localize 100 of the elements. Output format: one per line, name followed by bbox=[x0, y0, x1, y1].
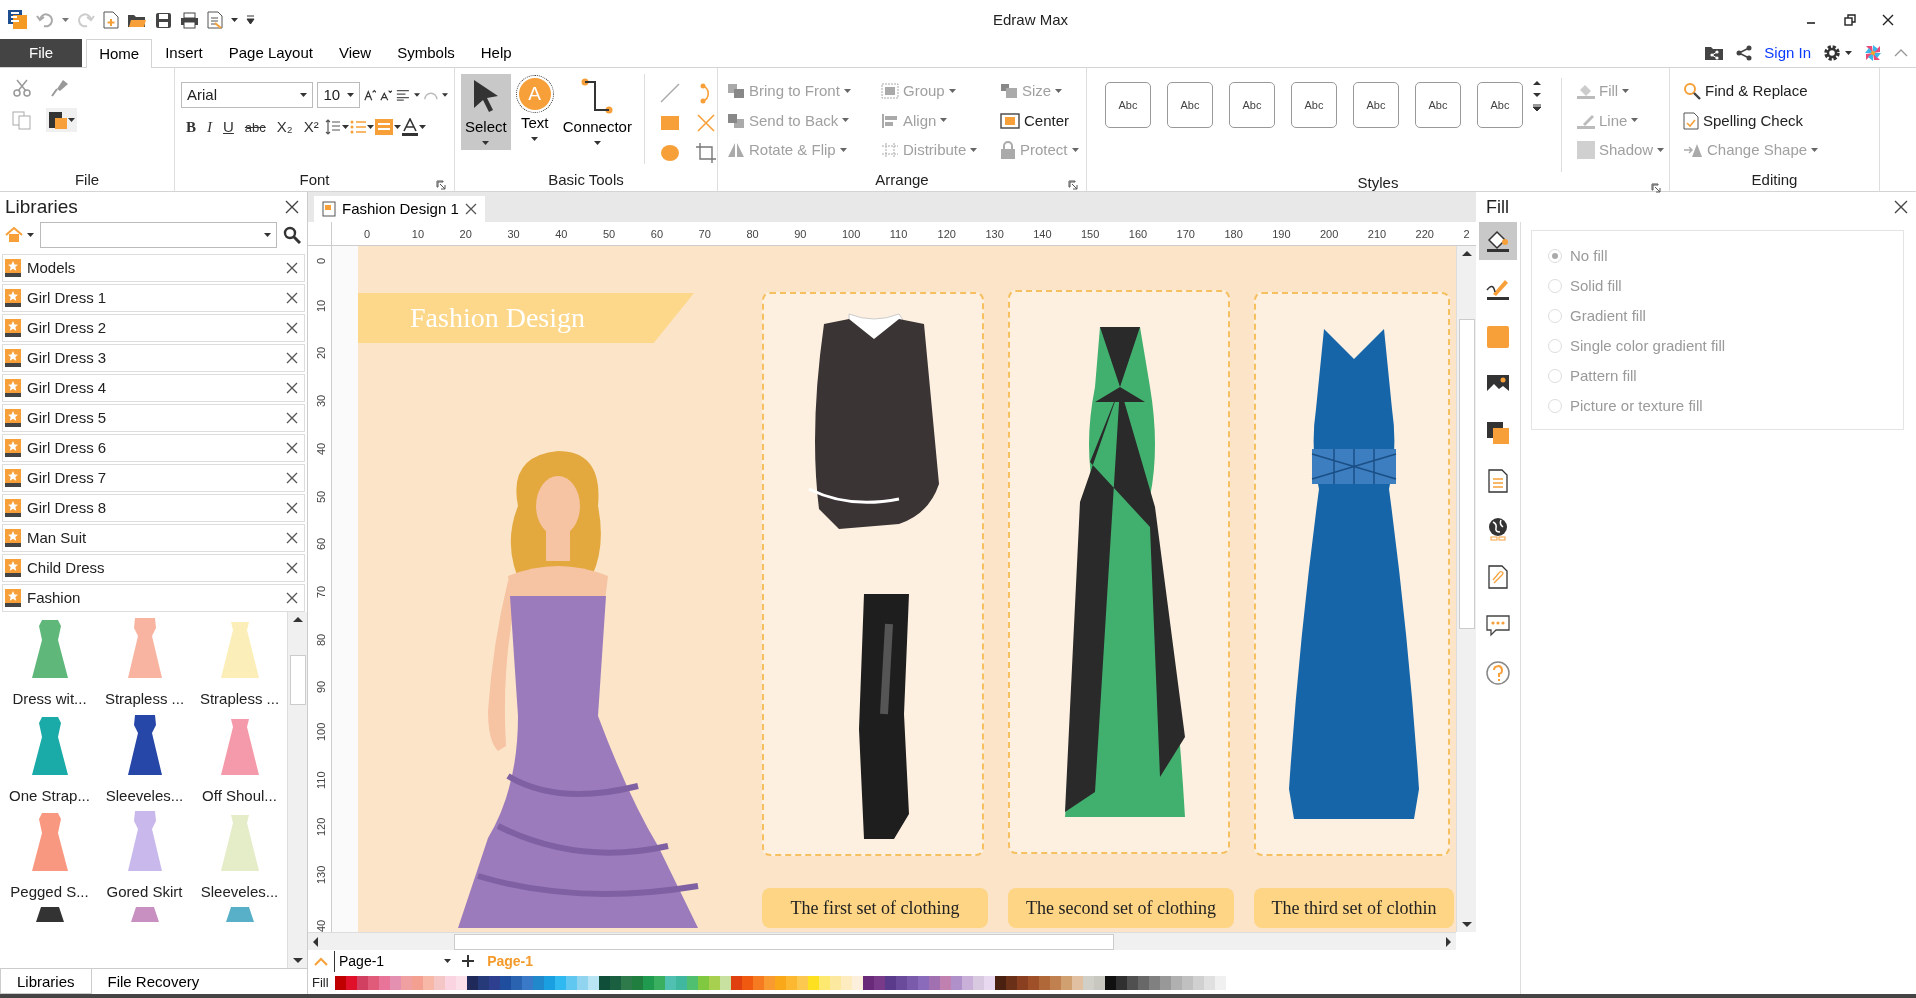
ruler-number: 90 bbox=[314, 681, 328, 694]
library-shape[interactable]: Strapless ... bbox=[192, 616, 287, 711]
library-shape[interactable]: Strapless ... bbox=[97, 616, 192, 711]
ruler-number: 140 bbox=[1033, 227, 1052, 242]
ruler-number: 80 bbox=[314, 633, 328, 646]
style-swatch[interactable]: Abc bbox=[1477, 82, 1523, 128]
font-size-dropdown[interactable]: 10 bbox=[317, 82, 361, 108]
ruler-number: 200 bbox=[1320, 227, 1339, 242]
outfit-caption: The first set of clothing bbox=[762, 888, 988, 928]
library-shape[interactable]: Dress wit... bbox=[2, 616, 97, 711]
panel-tab[interactable]: File Recovery bbox=[91, 969, 216, 994]
ruler-number: 170 bbox=[1176, 227, 1195, 242]
ruler-number: 40 bbox=[314, 442, 328, 455]
ribbon-tab[interactable]: Symbols bbox=[384, 39, 468, 67]
ruler-number: 50 bbox=[314, 490, 328, 503]
ruler-number: 60 bbox=[650, 227, 664, 242]
ruler-number: 210 bbox=[1367, 227, 1387, 242]
ruler-number: 180 bbox=[1224, 227, 1243, 242]
tool-button[interactable]: Select bbox=[461, 74, 511, 150]
ruler-number: 10 bbox=[314, 299, 328, 312]
library-item[interactable]: Girl Dress 3 bbox=[2, 344, 305, 372]
group-label: Basic Tools bbox=[548, 171, 624, 188]
ruler-number: 160 bbox=[1128, 227, 1148, 242]
palette-label: Fill bbox=[312, 974, 329, 993]
editing-button[interactable]: Spelling Check bbox=[1680, 107, 1873, 134]
ribbon-tab[interactable]: Home bbox=[86, 39, 153, 68]
style-swatch[interactable]: Abc bbox=[1229, 82, 1275, 128]
group-label: Styles bbox=[1357, 174, 1399, 191]
ruler-number: 20 bbox=[314, 347, 328, 360]
style-swatch[interactable]: Abc bbox=[1105, 82, 1151, 128]
ruler-number: 10 bbox=[411, 227, 425, 242]
library-item[interactable]: Fashion bbox=[2, 584, 305, 612]
ribbon-tab[interactable]: File bbox=[0, 39, 83, 67]
tool-button[interactable]: Connector bbox=[558, 74, 636, 150]
ruler-number: 20 bbox=[459, 227, 472, 242]
ruler-number: 2 bbox=[1463, 227, 1470, 242]
format-toggle[interactable]: U bbox=[218, 114, 239, 141]
library-item[interactable]: Girl Dress 4 bbox=[2, 374, 305, 402]
outfit-caption: The third set of clothin bbox=[1254, 888, 1454, 928]
ruler-number: 120 bbox=[314, 818, 328, 837]
font-dropdown[interactable]: Arial bbox=[181, 82, 314, 108]
style-swatch[interactable]: Abc bbox=[1415, 82, 1461, 128]
format-toggle[interactable]: abc bbox=[239, 115, 271, 139]
format-toggle[interactable]: B bbox=[181, 114, 201, 141]
ruler-number: 100 bbox=[314, 722, 328, 741]
group-label: Font bbox=[299, 171, 330, 188]
style-swatch[interactable]: Abc bbox=[1353, 82, 1399, 128]
style-swatch[interactable]: Abc bbox=[1291, 82, 1337, 128]
ruler-number: 30 bbox=[507, 227, 520, 242]
ribbon-tab[interactable]: View bbox=[325, 39, 385, 67]
library-item[interactable]: Girl Dress 8 bbox=[2, 494, 305, 522]
ribbon-tab[interactable]: Insert bbox=[152, 39, 216, 67]
outfit-caption: The second set of clothing bbox=[1008, 888, 1234, 928]
library-item[interactable]: Man Suit bbox=[2, 524, 305, 552]
ruler-number: 130 bbox=[985, 227, 1004, 242]
sign-in-link[interactable]: Sign In bbox=[1764, 41, 1811, 65]
library-item[interactable]: Girl Dress 7 bbox=[2, 464, 305, 492]
library-item[interactable]: Girl Dress 1 bbox=[2, 284, 305, 312]
panel-title: Libraries bbox=[5, 194, 78, 219]
library-shape[interactable]: Off Shoul... bbox=[192, 712, 287, 807]
page-dropdown[interactable]: Page-1 bbox=[334, 950, 456, 972]
library-shape[interactable]: Sleeveles... bbox=[192, 809, 287, 904]
style-swatch[interactable]: Abc bbox=[1167, 82, 1213, 128]
editing-button[interactable]: Find & Replace bbox=[1680, 78, 1873, 105]
document-tab[interactable]: Fashion Design 1 bbox=[314, 196, 485, 222]
library-item[interactable]: Child Dress bbox=[2, 554, 305, 582]
ribbon-tab[interactable]: Page Layout bbox=[215, 39, 326, 67]
ruler-number: 110 bbox=[314, 771, 328, 789]
ruler-number: 30 bbox=[314, 394, 328, 408]
library-shape[interactable]: Sleeveles... bbox=[97, 712, 192, 807]
library-item[interactable]: Girl Dress 5 bbox=[2, 404, 305, 432]
ruler-number: 40 bbox=[555, 227, 568, 242]
library-shape[interactable]: Gored Skirt bbox=[97, 809, 192, 904]
library-item[interactable]: Girl Dress 6 bbox=[2, 434, 305, 462]
tool-button[interactable]: A Text bbox=[514, 74, 555, 146]
ruler-number: 60 bbox=[314, 537, 328, 551]
library-shape[interactable]: One Strap... bbox=[2, 712, 97, 807]
ruler-number: 50 bbox=[603, 227, 616, 242]
group-label: Arrange bbox=[875, 171, 929, 188]
panel-tab[interactable]: Libraries bbox=[0, 969, 92, 994]
format-toggle[interactable]: X² bbox=[298, 114, 324, 141]
ruler-number: 190 bbox=[1272, 227, 1291, 242]
library-item[interactable]: Models bbox=[2, 254, 305, 282]
ruler-number: 40 bbox=[314, 919, 328, 932]
ruler-number: 90 bbox=[794, 227, 807, 242]
library-shape[interactable]: Pegged S... bbox=[2, 809, 97, 904]
title-banner: Fashion Design bbox=[358, 293, 694, 343]
library-item[interactable]: Girl Dress 2 bbox=[2, 314, 305, 342]
ruler-number: 220 bbox=[1415, 227, 1434, 242]
ruler-number: 80 bbox=[746, 227, 759, 242]
format-toggle[interactable]: I bbox=[202, 114, 217, 141]
ribbon-tab[interactable]: Help bbox=[467, 39, 525, 67]
ruler-number: 70 bbox=[314, 585, 328, 598]
arrange-button[interactable]: Center bbox=[997, 107, 1087, 134]
panel-title: Fill bbox=[1486, 195, 1509, 219]
ruler-number: 0 bbox=[314, 257, 328, 264]
format-toggle[interactable]: X₂ bbox=[271, 114, 298, 141]
ruler-number: 130 bbox=[314, 865, 328, 885]
ruler-number: 110 bbox=[889, 227, 908, 242]
ruler-number: 150 bbox=[1081, 227, 1100, 242]
